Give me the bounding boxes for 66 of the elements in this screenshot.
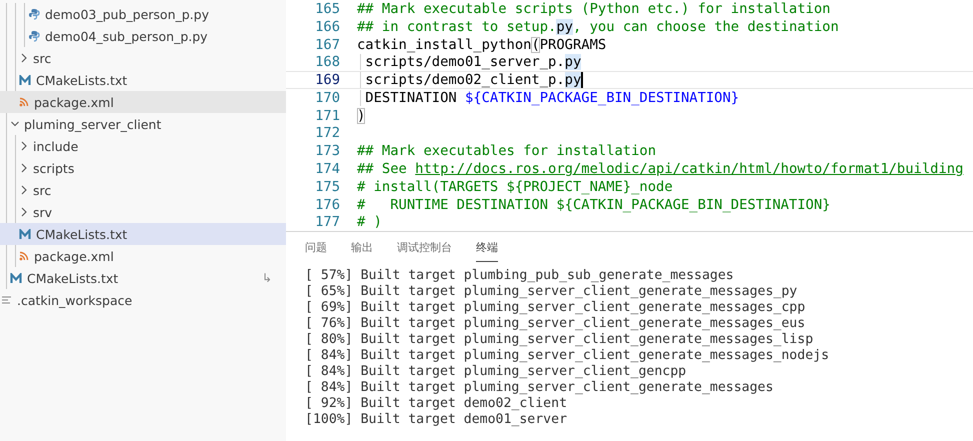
code-line: # RUNTIME DESTINATION ${CATKIN_PACKAGE_BIN_DESTINATION} [357,196,830,213]
rss-icon [19,97,29,107]
file-item[interactable]: CMakeLists.txt [0,223,286,245]
folder-item[interactable]: src [0,47,286,69]
line-number: 172 [314,125,340,142]
panel-tab[interactable]: 终端 [476,240,498,262]
chevron-down-icon [11,119,19,129]
line-number: 175 [314,178,340,195]
chevron-right-icon [20,207,28,217]
link-mark: ↳ [262,271,272,285]
file-icon [19,228,31,240]
folder-item[interactable]: include [0,135,286,157]
terminal-line: [ 84%] Built target pluming_server_client_generate_messages_nodejs [305,348,830,364]
terminal-line: [ 57%] Built target plumbing_pub_sub_generate_messages [305,268,735,284]
code-line: ## Mark executable scripts (Python etc.) for installation [357,1,830,17]
file-icon [19,74,31,86]
file-icon [10,272,22,284]
file-item[interactable]: CMakeLists.txt ↳ [0,267,286,289]
code-line: # ) [357,214,382,230]
terminal-line: [100%] Built target demo01_server [305,412,568,428]
folder-item[interactable]: pluming_server_client [0,113,286,135]
panel-tab[interactable]: 问题 [305,240,327,262]
line-number: 169 [314,72,340,88]
folder-item[interactable]: scripts [0,157,286,179]
file-item[interactable]: package.xml [0,245,286,267]
file-item[interactable]: package.xml [0,91,286,113]
line-number: 173 [314,143,340,160]
line-number: 168 [314,54,340,70]
line-number: 170 [314,90,340,106]
text-cursor [581,72,584,88]
code-line: ## See http://docs.ros.org/melodic/api/catkin/html/howto/format1/building [357,161,964,177]
panel-tab[interactable]: 调试控制台 [397,240,452,262]
file-item[interactable]: demo04_sub_person_p.py [0,25,286,47]
terminal-line: [ 84%] Built target pluming_server_client_generate_messages [305,380,774,396]
chevron-right-icon [20,53,28,63]
terminal-line: [ 69%] Built target pluming_server_client_generate_messages_cpp [305,300,806,316]
line-number: 176 [314,196,340,213]
line-number: 174 [314,161,340,178]
chevron-right-icon [20,185,28,195]
terminal-line: [ 65%] Built target pluming_server_client_generate_messages_py [305,284,798,300]
terminal-line: [ 76%] Built target pluming_server_client_generate_messages_eus [305,316,806,332]
file-item[interactable]: .catkin_workspace [0,289,286,311]
code-line: ) [357,108,366,124]
file-item[interactable]: demo03_pub_person_p.py [0,3,286,25]
python-file-icon [28,30,40,42]
code-line: ## Mark executables for installation [357,143,656,160]
text-file-icon [1,295,12,305]
folder-item[interactable]: srv [0,201,286,223]
line-number: 177 [314,214,340,230]
line-number: 171 [314,108,340,124]
python-file-icon [28,8,40,20]
folder-item[interactable]: src [0,179,286,201]
line-number: 165 [314,0,340,17]
code-line: # install(TARGETS ${PROJECT_NAME}_node [357,178,673,195]
terminal-line: [ 84%] Built target pluming_server_client_gencpp [305,364,688,380]
line-number: 166 [314,18,340,35]
terminal-line: [ 80%] Built target pluming_server_client_generate_messages_lisp [305,332,814,348]
file-item[interactable]: CMakeLists.txt [0,69,286,91]
code-line: catkin_install_python(PROGRAMS [357,36,606,52]
terminal-line: [ 92%] Built target demo02_client [305,396,568,412]
panel-tab[interactable]: 输出 [351,240,373,262]
chevron-right-icon [20,141,28,151]
code-line: ## in contrast to setup.py, you can choose the destination [357,18,839,35]
rss-icon [19,251,29,261]
chevron-right-icon [20,163,28,173]
line-number: 167 [314,36,340,52]
